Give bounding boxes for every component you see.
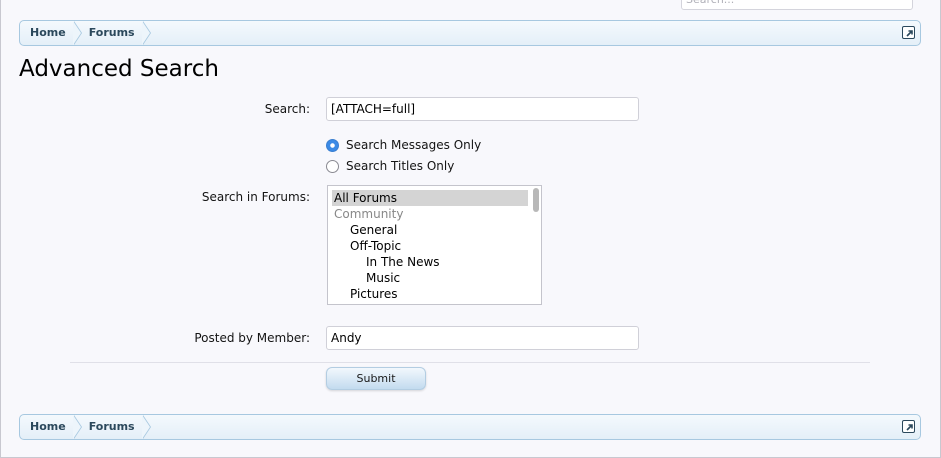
forums-scrollbar[interactable] xyxy=(531,187,540,303)
radio-unchecked-icon[interactable] xyxy=(326,160,339,173)
jump-to-icon[interactable] xyxy=(902,26,915,39)
forum-option-in-the-news[interactable]: In The News xyxy=(332,254,528,270)
forum-option-music[interactable]: Music xyxy=(332,270,528,286)
breadcrumb-home-link[interactable]: Home xyxy=(20,21,82,45)
forum-option-all[interactable]: All Forums xyxy=(332,190,528,206)
radio-checked-icon[interactable] xyxy=(326,139,339,152)
forums-label: Search in Forums: xyxy=(201,190,310,204)
page-frame: Search... Home Forums Advanced Search Se… xyxy=(0,0,941,458)
forum-option-general[interactable]: General xyxy=(332,222,528,238)
page-title: Advanced Search xyxy=(19,56,219,82)
breadcrumb-forums-link-bottom[interactable]: Forums xyxy=(79,415,151,439)
breadcrumb-bottom: Home Forums xyxy=(19,414,921,440)
member-label: Posted by Member: xyxy=(194,331,310,345)
forum-option-off-topic[interactable]: Off-Topic xyxy=(332,238,528,254)
search-label: Search: xyxy=(264,102,310,116)
forum-option-community: Community xyxy=(334,207,404,221)
search-keywords-input[interactable] xyxy=(326,97,639,121)
header-search-input[interactable]: Search... xyxy=(681,0,913,10)
submit-button[interactable]: Submit xyxy=(326,367,426,390)
breadcrumb-forums-link[interactable]: Forums xyxy=(79,21,151,45)
forums-select-list[interactable]: All Forums Community General Off-Topic I… xyxy=(327,185,542,305)
member-input[interactable] xyxy=(326,326,639,350)
jump-to-icon-bottom[interactable] xyxy=(902,420,915,433)
forums-scroll-thumb[interactable] xyxy=(533,188,539,212)
form-divider xyxy=(70,362,870,363)
radio-messages-label: Search Messages Only xyxy=(346,138,482,152)
breadcrumb-home-link-bottom[interactable]: Home xyxy=(20,415,82,439)
radio-titles-label: Search Titles Only xyxy=(346,159,455,173)
forum-option-pictures[interactable]: Pictures xyxy=(332,286,528,302)
breadcrumb-top: Home Forums xyxy=(19,20,921,46)
